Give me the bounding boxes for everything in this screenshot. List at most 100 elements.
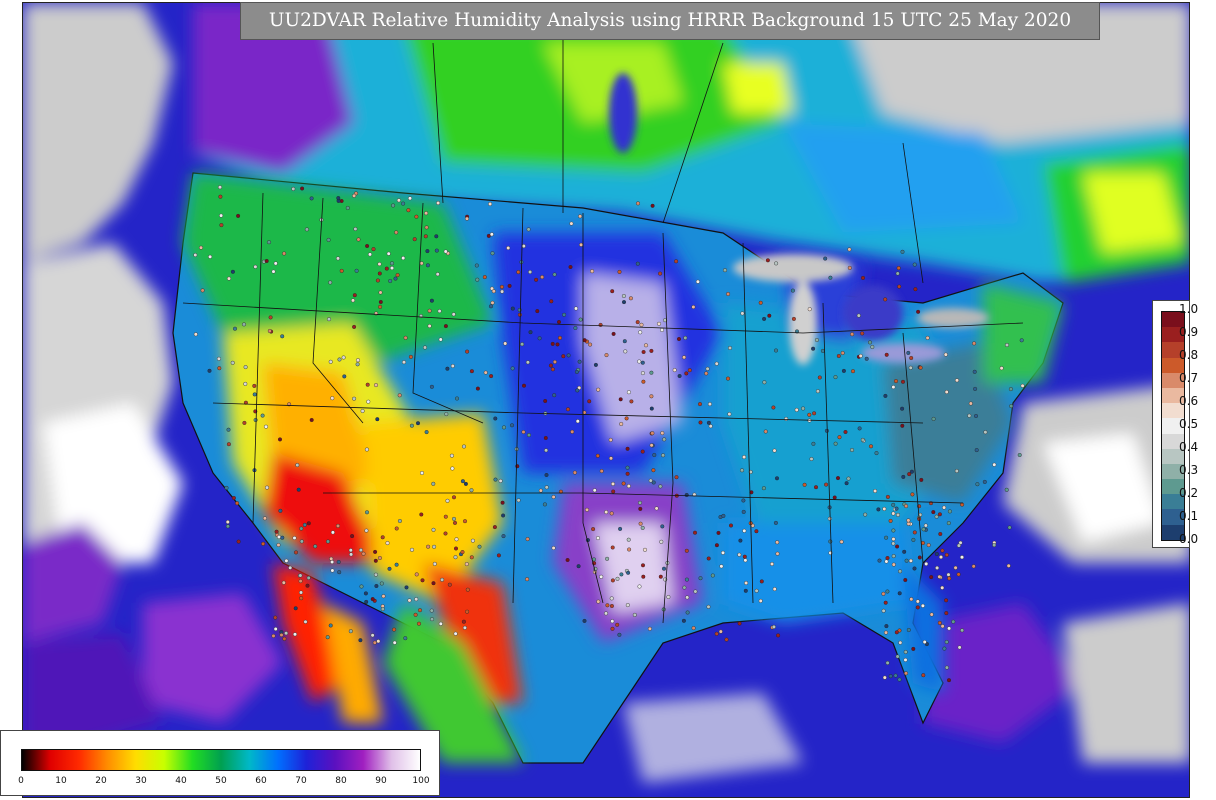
observation-dot: [903, 578, 908, 583]
observation-dot: [968, 401, 973, 406]
observation-dot: [326, 237, 331, 242]
obs-legend-label: 0.8: [1179, 348, 1199, 362]
observation-dot: [284, 558, 289, 563]
observation-dot: [385, 541, 390, 546]
observation-dot: [775, 476, 780, 481]
observation-dot: [605, 603, 610, 608]
observation-dot: [225, 524, 230, 529]
observation-dot: [626, 484, 631, 489]
observation-dot: [465, 587, 470, 592]
observation-dot: [587, 399, 592, 404]
observation-dot: [900, 249, 905, 254]
observation-dot: [644, 343, 649, 348]
observation-dot: [463, 519, 468, 524]
observation-dot: [741, 509, 746, 514]
observation-dot: [926, 543, 931, 548]
observation-dot: [917, 555, 922, 560]
observation-dot: [947, 678, 952, 683]
observation-dot: [691, 626, 696, 631]
observation-dot: [377, 262, 382, 267]
observation-dot: [355, 362, 360, 367]
observation-dot: [754, 588, 759, 593]
observation-dot: [721, 513, 726, 518]
observation-dot: [402, 360, 407, 365]
observation-dot: [461, 619, 466, 624]
observation-dot: [815, 389, 820, 394]
observation-dot: [496, 553, 501, 558]
observation-dot: [973, 386, 978, 391]
observation-dot: [450, 364, 455, 369]
observation-dot: [429, 384, 434, 389]
observation-dot: [939, 555, 944, 560]
observation-dot: [356, 237, 361, 242]
observation-dot: [489, 304, 494, 309]
observation-dot: [526, 227, 531, 232]
observation-dot: [477, 544, 482, 549]
observation-dot: [794, 407, 799, 412]
observation-dot: [226, 276, 231, 281]
observation-dot: [370, 597, 375, 602]
rh-colorbar-tick: 0: [18, 776, 24, 786]
observation-dot: [356, 358, 361, 363]
observation-dot: [1019, 338, 1024, 343]
observation-dot: [474, 263, 479, 268]
observation-dot: [447, 582, 452, 587]
observation-dot: [595, 453, 600, 458]
humidity-map[interactable]: [23, 3, 1190, 798]
observation-dot: [662, 566, 667, 571]
observation-dot: [273, 615, 278, 620]
observation-dot: [982, 479, 987, 484]
observation-dot: [660, 524, 665, 529]
observation-dot: [621, 481, 626, 486]
obs-legend-label: 0.2: [1179, 486, 1199, 500]
observation-dot: [638, 521, 643, 526]
observation-dot: [394, 230, 399, 235]
observation-dot: [493, 477, 498, 482]
observation-dot: [432, 561, 437, 566]
observation-dot: [761, 486, 766, 491]
observation-dot: [342, 374, 347, 379]
observation-dot: [1020, 383, 1025, 388]
observation-dot: [873, 489, 878, 494]
observation-dot: [609, 456, 614, 461]
observation-dot: [611, 331, 616, 336]
observation-dot: [465, 349, 470, 354]
observation-dot: [683, 335, 688, 340]
observation-dot: [775, 540, 780, 545]
observation-dot: [920, 603, 925, 608]
observation-dot: [772, 448, 777, 453]
observation-dot: [708, 424, 713, 429]
observation-dot: [348, 629, 353, 634]
observation-dot: [365, 382, 370, 387]
observation-dot: [944, 390, 949, 395]
observation-dot: [674, 475, 679, 480]
observation-dot: [401, 256, 406, 261]
observation-dot: [858, 353, 863, 358]
observation-dot: [740, 468, 745, 473]
observation-dot: [436, 200, 441, 205]
observation-dot: [624, 416, 629, 421]
observation-dot: [574, 369, 579, 374]
observation-dot: [611, 481, 616, 486]
observation-dot: [366, 399, 371, 404]
observation-dot: [1008, 387, 1013, 392]
observation-dot: [208, 254, 213, 259]
observation-dot: [420, 471, 425, 476]
observation-dot: [216, 356, 221, 361]
observation-dot: [658, 574, 663, 579]
observation-dot: [884, 352, 889, 357]
observation-dot: [503, 341, 508, 346]
observation-dot: [427, 324, 432, 329]
observation-dot: [330, 396, 335, 401]
observation-dot: [891, 385, 896, 390]
observation-dot: [638, 506, 643, 511]
observation-dot: [537, 336, 542, 341]
observation-dot: [328, 359, 333, 364]
observation-dot: [891, 511, 896, 516]
observation-dot: [641, 350, 646, 355]
observation-dot: [299, 539, 304, 544]
observation-dot: [857, 426, 862, 431]
observation-dot: [566, 407, 571, 412]
observation-dot: [674, 259, 679, 264]
observation-dot: [851, 369, 856, 374]
